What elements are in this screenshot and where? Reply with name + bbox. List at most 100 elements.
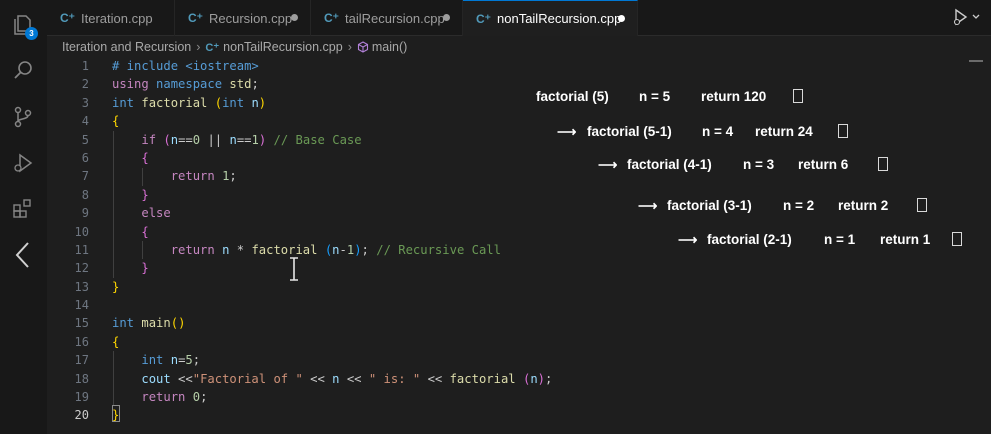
code-line[interactable]: {: [112, 149, 552, 167]
tab-recursion[interactable]: C⁺ Recursion.cpp: [175, 0, 311, 36]
trace-n: n = 2: [783, 198, 815, 213]
code-line[interactable]: int n=5;: [112, 351, 552, 369]
empty-box-icon: [838, 124, 848, 138]
line-number: 2: [81, 77, 89, 92]
source-control-icon[interactable]: [8, 102, 38, 132]
line-number: 11: [74, 242, 89, 257]
tab-label: Recursion.cpp: [209, 10, 293, 26]
trace-return: return 6: [798, 157, 849, 172]
tab-label: Iteration.cpp: [81, 10, 153, 26]
line-number-gutter: 1 2 3 4 5 6 7 8 9 10 11 12 13 14 15 16 1…: [47, 57, 89, 425]
code-line[interactable]: cout <<"Factorial of " << n << " is: " <…: [112, 370, 552, 388]
trace-call: factorial (3-1): [667, 198, 752, 213]
line-number: 17: [74, 353, 89, 368]
tab-label: tailRecursion.cpp: [345, 10, 445, 26]
line-number: 9: [81, 206, 89, 221]
trace-return: return 120: [701, 89, 767, 104]
minimap-marker[interactable]: [969, 60, 983, 62]
line-number: 1: [81, 59, 89, 73]
bracket-match-highlight: [112, 405, 120, 422]
code-line[interactable]: }: [112, 259, 552, 277]
line-number: 10: [74, 224, 89, 239]
line-number: 7: [81, 169, 89, 184]
unsaved-dot-icon[interactable]: [443, 14, 450, 21]
empty-box-icon: [917, 198, 927, 212]
breadcrumb-folder[interactable]: Iteration and Recursion: [62, 40, 191, 54]
cpp-file-icon: C⁺: [60, 11, 75, 25]
cpp-file-icon: C⁺: [324, 11, 339, 25]
code-editor[interactable]: # include <iostream> using namespace std;…: [112, 57, 552, 425]
collapse-chevron-icon[interactable]: [8, 240, 38, 270]
code-line[interactable]: {: [112, 223, 552, 241]
code-line[interactable]: if (n==0 || n==1) // Base Case: [112, 131, 552, 149]
trace-n: n = 5: [639, 89, 671, 104]
unsaved-dot-icon[interactable]: [291, 14, 298, 21]
tab-iteration[interactable]: C⁺ Iteration.cpp: [47, 0, 175, 36]
unsaved-dot-icon[interactable]: [618, 15, 625, 22]
arrow-right-icon: ⟶: [678, 232, 698, 247]
line-number: 6: [81, 150, 89, 165]
chevron-right-icon: ›: [347, 40, 352, 54]
code-line[interactable]: }: [112, 186, 552, 204]
line-number: 5: [81, 132, 89, 147]
line-number: 8: [81, 187, 89, 202]
empty-box-icon: [952, 232, 962, 246]
code-line[interactable]: }: [112, 406, 552, 424]
line-number: 4: [81, 114, 89, 129]
trace-call: factorial (5): [536, 89, 609, 104]
code-line[interactable]: int factorial (int n): [112, 94, 552, 112]
tab-bar: C⁺ Iteration.cpp C⁺ Recursion.cpp C⁺ tai…: [47, 0, 991, 36]
trace-n: n = 1: [824, 232, 856, 247]
chevron-right-icon: ›: [196, 40, 201, 54]
code-line[interactable]: [112, 296, 552, 314]
cpp-file-icon: C⁺: [188, 11, 203, 25]
trace-n: n = 3: [743, 157, 775, 172]
trace-return: return 24: [755, 124, 813, 139]
code-line[interactable]: # include <iostream>: [112, 57, 552, 75]
text-cursor-icon: [290, 257, 298, 281]
code-line[interactable]: return 1;: [112, 167, 552, 185]
tab-label: nonTailRecursion.cpp: [497, 11, 622, 26]
code-line[interactable]: return n * factorial (n-1); // Recursive…: [112, 241, 552, 259]
trace-call: factorial (4-1): [627, 157, 712, 172]
breadcrumb: Iteration and Recursion › C⁺ nonTailRecu…: [62, 38, 407, 56]
run-icon: [953, 8, 968, 26]
line-number: 15: [74, 316, 89, 331]
breadcrumb-file[interactable]: nonTailRecursion.cpp: [223, 40, 343, 54]
empty-box-icon: [878, 157, 888, 171]
arrow-right-icon: ⟶: [557, 124, 577, 139]
line-number: 18: [74, 371, 89, 386]
method-cube-icon: [357, 41, 368, 53]
code-line[interactable]: using namespace std;: [112, 75, 552, 93]
tab-non-tail-recursion[interactable]: C⁺ nonTailRecursion.cpp: [463, 0, 638, 36]
activity-bar: 3: [0, 0, 47, 434]
trace-return: return 1: [880, 232, 931, 247]
cpp-file-icon: C⁺: [205, 41, 220, 54]
code-line[interactable]: int main(): [112, 314, 552, 332]
trace-n: n = 4: [702, 124, 734, 139]
code-line[interactable]: else: [112, 204, 552, 222]
line-number: 3: [81, 95, 89, 110]
code-line[interactable]: }: [112, 278, 552, 296]
search-icon[interactable]: [8, 55, 38, 85]
code-line[interactable]: return 0;: [112, 388, 552, 406]
arrow-right-icon: ⟶: [598, 157, 618, 172]
code-line[interactable]: {: [112, 333, 552, 351]
code-line[interactable]: {: [112, 112, 552, 130]
run-debug-icon[interactable]: [8, 148, 38, 178]
tab-tail-recursion[interactable]: C⁺ tailRecursion.cpp: [311, 0, 463, 36]
trace-call: factorial (5-1): [587, 124, 672, 139]
line-number: 13: [74, 279, 89, 294]
files-icon[interactable]: 3: [8, 10, 38, 40]
trace-call: factorial (2-1): [707, 232, 792, 247]
line-number: 16: [74, 334, 89, 349]
line-number: 12: [74, 261, 89, 276]
run-button[interactable]: [953, 8, 981, 26]
extensions-icon[interactable]: [8, 194, 38, 224]
line-number-current: 20: [74, 408, 89, 423]
line-number: 14: [74, 298, 89, 313]
empty-box-icon: [793, 89, 803, 103]
trace-return: return 2: [838, 198, 889, 213]
breadcrumb-symbol[interactable]: main(): [372, 40, 407, 54]
chevron-down-icon[interactable]: [971, 12, 981, 22]
